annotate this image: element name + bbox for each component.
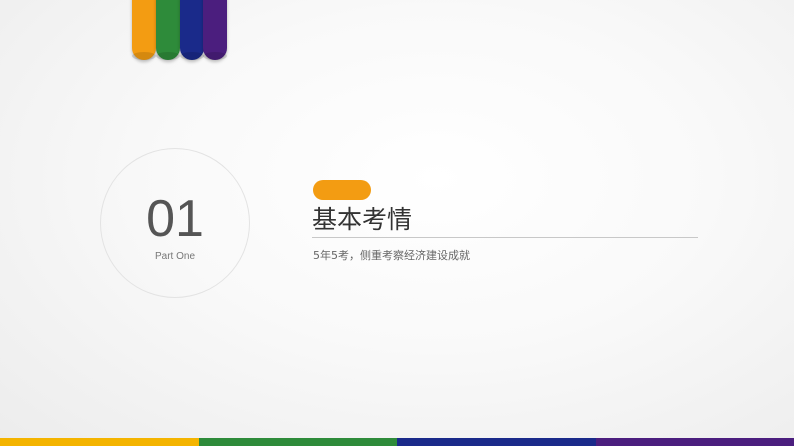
bottom-bar-blue bbox=[397, 438, 596, 446]
accent-pill bbox=[313, 180, 371, 200]
decor-cylinder-orange bbox=[132, 0, 156, 60]
bottom-bar-yellow bbox=[0, 438, 199, 446]
section-subtitle: 5年5考，侧重考察经济建设成就 bbox=[313, 249, 470, 262]
title-divider bbox=[312, 237, 698, 238]
section-number-circle: 01 Part One bbox=[100, 148, 250, 298]
bottom-color-bar bbox=[0, 438, 794, 446]
bottom-bar-green bbox=[198, 438, 397, 446]
decor-cylinder-blue bbox=[180, 0, 204, 60]
part-label: Part One bbox=[154, 251, 196, 262]
section-title: 基本考情 bbox=[312, 205, 413, 234]
bottom-bar-purple bbox=[595, 438, 794, 446]
decor-cylinder-purple bbox=[203, 0, 227, 60]
decor-cylinder-green bbox=[156, 0, 180, 60]
section-number: 01 bbox=[146, 190, 204, 248]
